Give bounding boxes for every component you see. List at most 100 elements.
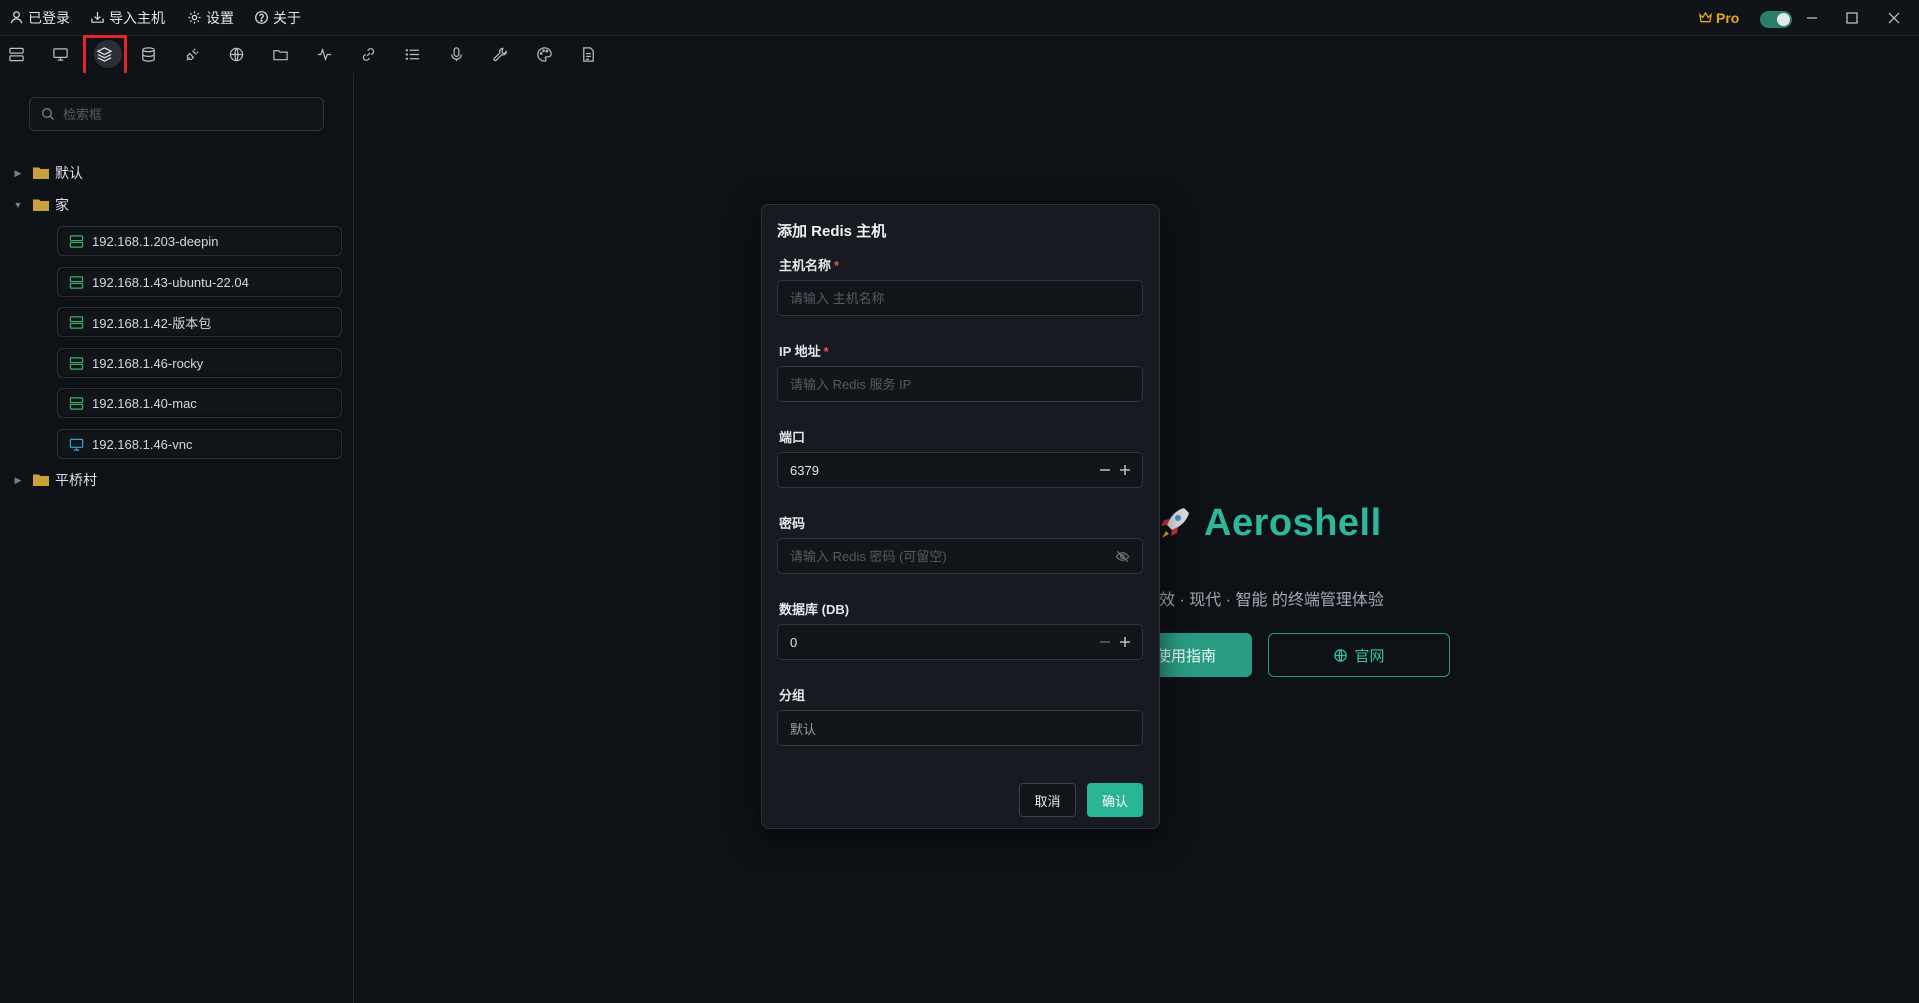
tool-link[interactable] bbox=[350, 36, 386, 73]
host-name-field[interactable] bbox=[777, 280, 1143, 316]
folder-icon bbox=[33, 199, 49, 211]
minus-icon bbox=[1100, 469, 1110, 471]
group-home[interactable]: ▼ 家 bbox=[0, 193, 69, 217]
db-field[interactable] bbox=[777, 624, 1143, 660]
host-item[interactable]: 192.168.1.43-ubuntu-22.04 bbox=[57, 267, 342, 297]
group-label: 家 bbox=[55, 197, 69, 213]
folder-icon bbox=[272, 50, 288, 61]
help-circle-icon bbox=[255, 11, 268, 24]
ip-field[interactable] bbox=[777, 366, 1143, 402]
group-label: 默认 bbox=[55, 165, 83, 181]
guide-label: 使用指南 bbox=[1155, 647, 1216, 665]
cancel-button[interactable]: 取消 bbox=[1019, 783, 1076, 817]
mic-icon bbox=[450, 47, 462, 62]
decrement-button[interactable] bbox=[1098, 635, 1112, 649]
eye-off-icon[interactable] bbox=[1115, 549, 1130, 564]
close-button[interactable] bbox=[1874, 0, 1914, 35]
host-label: 192.168.1.40-mac bbox=[92, 395, 197, 411]
tool-desktop[interactable] bbox=[42, 36, 78, 73]
minimize-icon bbox=[1807, 16, 1817, 19]
list-icon bbox=[405, 49, 419, 60]
group-pingqiao[interactable]: ▶ 平桥村 bbox=[0, 468, 97, 492]
document-icon bbox=[582, 47, 594, 62]
port-field[interactable] bbox=[777, 452, 1143, 488]
folder-icon bbox=[33, 167, 49, 179]
increment-button[interactable] bbox=[1118, 463, 1132, 477]
group-select[interactable] bbox=[777, 710, 1143, 746]
host-label: 192.168.1.203-deepin bbox=[92, 233, 219, 249]
decrement-button[interactable] bbox=[1098, 463, 1112, 477]
tool-hosts[interactable] bbox=[0, 36, 34, 73]
search-input[interactable] bbox=[61, 105, 305, 123]
ip-label: IP 地址 * bbox=[779, 341, 829, 360]
sidebar: ▶ 默认 ▼ 家 192.168.1.203-deepin 192.168.1.… bbox=[0, 73, 354, 1003]
host-item[interactable]: 192.168.1.40-mac bbox=[57, 388, 342, 418]
desktop-icon bbox=[69, 438, 84, 451]
import-label: 导入主机 bbox=[109, 9, 165, 26]
host-label: 192.168.1.46-vnc bbox=[92, 436, 193, 452]
port-input[interactable] bbox=[778, 461, 1098, 479]
theme-toggle[interactable] bbox=[1760, 11, 1792, 28]
gear-icon bbox=[188, 11, 201, 24]
port-stepper bbox=[1098, 463, 1132, 477]
about-menu[interactable]: 关于 bbox=[254, 0, 301, 35]
host-item[interactable]: 192.168.1.46-vnc bbox=[57, 429, 342, 459]
chevron-right-icon[interactable]: ▶ bbox=[12, 475, 24, 486]
globe-icon bbox=[1334, 648, 1348, 662]
increment-button[interactable] bbox=[1118, 635, 1132, 649]
tool-palette[interactable] bbox=[526, 36, 562, 73]
port-label: 端口 bbox=[779, 430, 806, 445]
host-name-label-text: 主机名称 bbox=[779, 258, 832, 273]
db-stepper bbox=[1098, 635, 1132, 649]
settings-menu[interactable]: 设置 bbox=[187, 0, 234, 35]
ip-input[interactable] bbox=[778, 375, 1142, 393]
tool-document[interactable] bbox=[570, 36, 606, 73]
host-item[interactable]: 192.168.1.46-rocky bbox=[57, 348, 342, 378]
maximize-button[interactable] bbox=[1832, 0, 1872, 35]
tool-plug[interactable] bbox=[174, 36, 210, 73]
group-input[interactable] bbox=[778, 719, 1142, 737]
globe-icon bbox=[229, 47, 243, 62]
host-item[interactable]: 192.168.1.42-版本包 bbox=[57, 307, 342, 337]
search-icon bbox=[42, 108, 54, 120]
host-name-input[interactable] bbox=[778, 289, 1142, 307]
tool-mic[interactable] bbox=[438, 36, 474, 73]
tool-globe[interactable] bbox=[218, 36, 254, 73]
palette-icon bbox=[536, 47, 552, 62]
db-label: 数据库 (DB) bbox=[779, 602, 850, 617]
tool-wrench[interactable] bbox=[482, 36, 518, 73]
group-default[interactable]: ▶ 默认 bbox=[0, 161, 83, 185]
import-icon bbox=[91, 11, 104, 23]
chevron-right-icon[interactable]: ▶ bbox=[12, 168, 24, 179]
login-menu[interactable]: 已登录 bbox=[9, 0, 70, 35]
database-icon bbox=[141, 47, 155, 62]
tool-folder[interactable] bbox=[262, 36, 298, 73]
pro-badge[interactable]: Pro bbox=[1698, 0, 1739, 35]
confirm-button[interactable]: 确认 bbox=[1087, 783, 1143, 817]
desktop-icon bbox=[52, 48, 68, 61]
minimize-button[interactable] bbox=[1792, 0, 1832, 35]
search-box[interactable] bbox=[29, 97, 324, 131]
tool-activity[interactable] bbox=[306, 36, 342, 73]
website-button[interactable]: 官网 bbox=[1268, 633, 1450, 677]
chevron-down-icon[interactable]: ▼ bbox=[12, 200, 24, 210]
db-input[interactable] bbox=[778, 633, 1098, 651]
tool-database[interactable] bbox=[130, 36, 166, 73]
password-input[interactable] bbox=[778, 547, 1115, 565]
app-name: Aeroshell bbox=[1204, 502, 1382, 544]
password-field[interactable] bbox=[777, 538, 1143, 574]
minus-icon bbox=[1100, 641, 1110, 643]
required-mark: * bbox=[823, 344, 829, 359]
import-hosts-menu[interactable]: 导入主机 bbox=[90, 0, 165, 35]
plug-icon bbox=[185, 48, 199, 61]
server-icon bbox=[69, 315, 84, 329]
add-redis-host-dialog: 添加 Redis 主机 主机名称* IP 地址* 端口 密码 数据库 (DB) … bbox=[761, 204, 1160, 829]
about-label: 关于 bbox=[273, 9, 301, 26]
tool-list[interactable] bbox=[394, 36, 430, 73]
toolbar bbox=[0, 36, 1919, 73]
host-item[interactable]: 192.168.1.203-deepin bbox=[57, 226, 342, 256]
dialog-title: 添加 Redis 主机 bbox=[777, 223, 887, 240]
plus-icon bbox=[1120, 637, 1130, 647]
welcome-title: Aeroshell bbox=[1156, 502, 1382, 545]
group-label: 分组 bbox=[779, 688, 806, 703]
